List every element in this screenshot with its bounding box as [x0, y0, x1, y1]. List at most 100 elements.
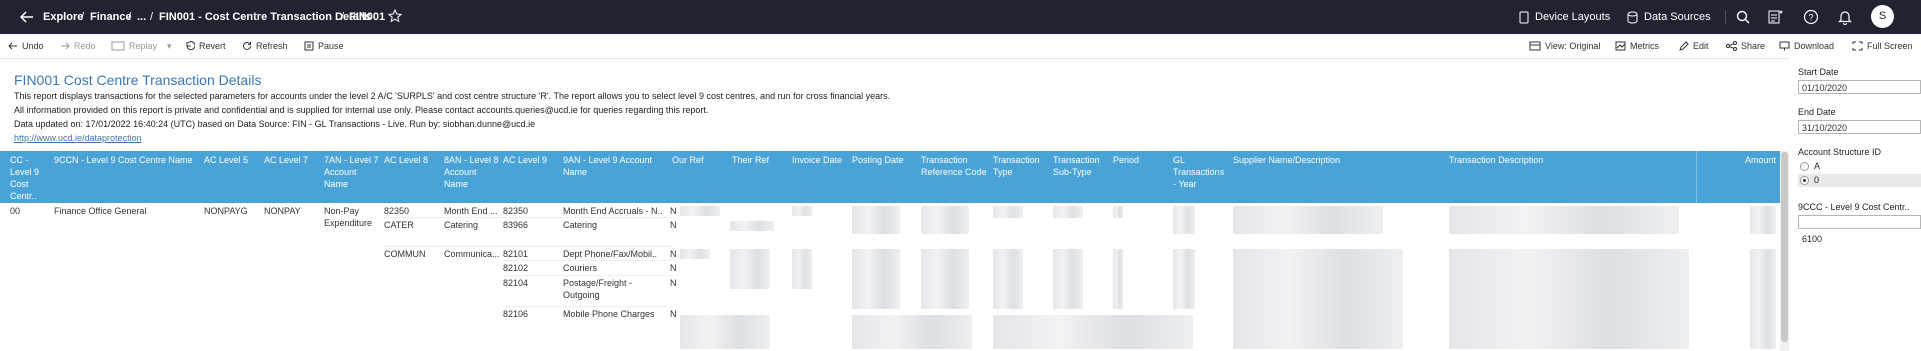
data-protection-link[interactable]: http://www.ucd.ie/dataprotection — [14, 133, 142, 143]
redo-button[interactable]: Redo — [60, 34, 96, 58]
structure-option-0-label: 0 — [1814, 175, 1820, 185]
column-header-transaction-type[interactable]: Transaction Type — [993, 154, 1047, 178]
revert-label: Revert — [199, 41, 226, 51]
cell-ac7: NONPAY — [264, 206, 301, 216]
start-date-input[interactable]: 01/10/2020 — [1798, 80, 1921, 94]
column-header-ac8[interactable]: AC Level 8 — [384, 154, 438, 166]
cell-ac9: 82102 — [503, 263, 529, 273]
column-header-ac7-name[interactable]: 7AN - Level 7 Account Name — [324, 154, 380, 190]
device-layouts-button[interactable]: Device Layouts — [1519, 0, 1610, 34]
view-icon — [1529, 41, 1541, 51]
undo-button[interactable]: Undo — [8, 34, 44, 58]
revert-button[interactable]: Revert — [185, 34, 226, 58]
redacted-cell — [1053, 206, 1083, 218]
breadcrumb-ellipsis[interactable]: ... — [137, 0, 146, 34]
download-icon — [1779, 41, 1790, 51]
redacted-cell — [852, 249, 900, 309]
breadcrumb-finance[interactable]: Finance — [90, 0, 132, 34]
column-header-period[interactable]: Period — [1113, 154, 1167, 166]
custom-views-icon[interactable] — [1768, 9, 1784, 28]
breadcrumb-separator: / — [128, 11, 132, 23]
column-header-invoice-date[interactable]: Invoice Date — [792, 154, 850, 166]
edit-label: Edit — [1693, 41, 1709, 51]
view-original-button[interactable]: View: Original — [1529, 34, 1600, 58]
cell-ac9-name: Month End Accruals - N.. — [563, 206, 663, 216]
pause-button[interactable]: Pause — [304, 34, 344, 58]
cell-our-ref: N — [670, 206, 677, 216]
cell-our-ref: N — [670, 309, 677, 319]
redacted-cell — [921, 249, 969, 309]
end-date-input[interactable]: 31/10/2020 — [1798, 120, 1921, 134]
avatar[interactable]: S — [1871, 5, 1894, 28]
column-header-our-ref[interactable]: Our Ref — [672, 154, 726, 166]
report-description-1: This report displays transactions for th… — [14, 91, 891, 101]
refresh-button[interactable]: Refresh — [242, 34, 288, 58]
redacted-cell — [852, 206, 900, 234]
column-header-ac5[interactable]: AC Level 5 — [204, 154, 258, 166]
column-header-ac8-name[interactable]: 8AN - Level 8 Account Name — [444, 154, 500, 190]
back-arrow-icon[interactable] — [19, 10, 34, 27]
column-header-ac9[interactable]: AC Level 9 — [503, 154, 557, 166]
replay-button[interactable]: Replay ▾ — [111, 34, 172, 58]
column-header-posting-date[interactable]: Posting Date — [852, 154, 916, 166]
cell-ac8-name: Month End ... — [444, 206, 498, 216]
column-header-transaction-description[interactable]: Transaction Description — [1449, 154, 1689, 166]
row-separator — [384, 246, 674, 247]
column-header-ac9-name[interactable]: 9AN - Level 9 Account Name — [563, 154, 667, 178]
cost-centre-filter-value[interactable]: 6100 — [1802, 234, 1822, 244]
help-icon[interactable]: ? — [1803, 9, 1819, 28]
edit-button[interactable]: Edit — [1679, 34, 1709, 58]
favorite-star-icon[interactable] — [387, 8, 403, 26]
data-sources-label: Data Sources — [1644, 11, 1711, 23]
download-button[interactable]: Download — [1779, 34, 1834, 58]
search-icon[interactable] — [1736, 10, 1750, 27]
row-separator — [503, 275, 673, 276]
full-screen-button[interactable]: Full Screen — [1852, 34, 1913, 58]
cell-ac9-name: Mobile Phone Charges — [563, 309, 655, 319]
breadcrumb-explore[interactable]: Explore — [43, 0, 83, 34]
cell-ac9: 82101 — [503, 249, 529, 259]
cell-ac8: COMMUN — [384, 249, 426, 259]
cell-ac8: 82350 — [384, 206, 410, 216]
undo-label: Undo — [22, 41, 44, 51]
redacted-cell — [852, 315, 972, 349]
redacted-cell — [680, 249, 710, 259]
pause-icon — [304, 41, 314, 51]
redacted-cell — [1113, 249, 1123, 309]
column-header-transaction-ref[interactable]: Transaction Reference Code — [921, 154, 991, 178]
cost-centre-filter-label: 9CCC - Level 9 Cost Centr.. — [1798, 202, 1910, 212]
scrollbar-thumb[interactable] — [1781, 152, 1788, 342]
row-separator — [384, 217, 674, 218]
column-header-supplier[interactable]: Supplier Name/Description — [1233, 154, 1443, 166]
redacted-cell — [1173, 249, 1195, 309]
redacted-cell — [680, 315, 770, 349]
share-button[interactable]: Share — [1726, 34, 1765, 58]
structure-radio-0[interactable] — [1800, 176, 1809, 185]
pause-label: Pause — [318, 41, 344, 51]
column-header-cc-name[interactable]: 9CCN - Level 9 Cost Centre Name — [54, 154, 199, 166]
cell-cc: 00 — [10, 206, 21, 216]
column-header-amount[interactable]: Amount — [1740, 154, 1776, 166]
report-description-3: Data updated on: 17/01/2022 16:40:24 (UT… — [14, 119, 536, 129]
column-header-gl-year[interactable]: GL Transactions - Year — [1173, 154, 1229, 190]
cell-ac7-name: Non-Pay Expenditure — [324, 206, 373, 228]
cell-ac9-name: Catering — [563, 220, 598, 230]
redacted-cell — [1750, 249, 1776, 349]
redacted-cell — [993, 315, 1193, 349]
database-icon — [1627, 11, 1638, 24]
column-header-ac7[interactable]: AC Level 7 — [264, 154, 318, 166]
notification-bell-icon[interactable] — [1837, 9, 1853, 28]
data-sources-button[interactable]: Data Sources — [1627, 0, 1711, 34]
redacted-cell — [1449, 206, 1679, 234]
structure-radio-a[interactable] — [1800, 162, 1809, 171]
breadcrumb-workbook[interactable]: FIN001 - Cost Centre Transaction Details — [159, 0, 371, 34]
column-header-transaction-subtype[interactable]: Transaction Sub-Type — [1053, 154, 1111, 178]
cost-centre-filter-input[interactable] — [1798, 215, 1921, 229]
metrics-button[interactable]: Metrics — [1615, 34, 1659, 58]
redacted-cell — [1173, 206, 1195, 234]
cell-ac9: 83966 — [503, 220, 529, 230]
redacted-cell — [921, 206, 969, 234]
column-header-their-ref[interactable]: Their Ref — [732, 154, 786, 166]
chevron-down-icon[interactable]: ▾ — [167, 34, 172, 58]
column-header-cc[interactable]: CC - Level 9 Cost Centr.. — [10, 154, 48, 202]
